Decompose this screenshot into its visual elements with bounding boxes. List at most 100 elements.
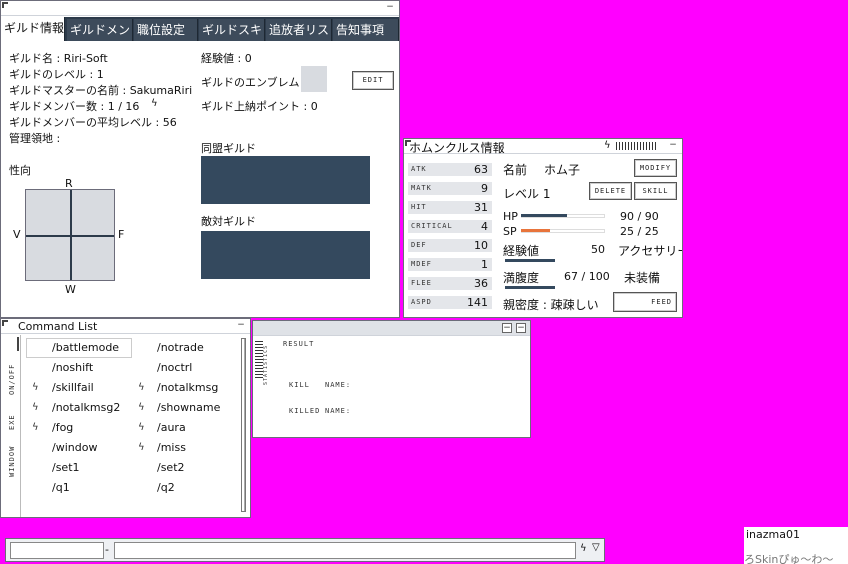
stat-row-aspd: ASPD 141: [408, 296, 492, 309]
corner-icon: [2, 2, 8, 8]
command-item[interactable]: /skillfail: [52, 381, 94, 394]
skill-button[interactable]: SKILL: [634, 182, 677, 200]
stat-row-atk: ATK 63: [408, 163, 492, 176]
stat-label: FLEE: [411, 279, 432, 287]
hunger-bar: [505, 286, 555, 289]
lightning-icon[interactable]: ϟ: [580, 543, 587, 554]
command-item[interactable]: /noshift: [52, 361, 93, 374]
command-item[interactable]: /window: [52, 441, 97, 454]
alignment-label: 性向: [9, 164, 31, 177]
stat-label: DEF: [411, 241, 427, 249]
homunculus-name-value: ホム子: [544, 163, 581, 177]
hostile-guild-list[interactable]: [201, 231, 370, 279]
guild-titlebar[interactable]: −: [1, 1, 399, 16]
tab-expelled-list[interactable]: 追放者リス・: [266, 19, 332, 41]
lightning-icon[interactable]: ϟ: [32, 422, 39, 433]
command-item[interactable]: /aura: [157, 421, 186, 434]
sp-bar-fill: [521, 229, 550, 232]
alignment-grid: [25, 189, 115, 281]
stat-value: 63: [474, 163, 488, 176]
tab-positions[interactable]: 職位設定: [134, 19, 198, 41]
unequipped-text: 未装備: [624, 271, 661, 285]
command-list-window: Command List − ON/OFF EXE WINDOW /battle…: [0, 318, 251, 518]
guild-emblem-box[interactable]: [301, 66, 327, 92]
homunculus-title: ホムンクルス情報: [409, 141, 505, 155]
guild-emblem-label: ギルドのエンブレム: [201, 76, 300, 89]
result-side-strip: STATISTICS: [253, 337, 269, 437]
accessory-label: アクセサリー: [618, 244, 683, 258]
stat-row-def: DEF 10: [408, 239, 492, 252]
command-item[interactable]: /noctrl: [157, 361, 192, 374]
chat-options-icon[interactable]: ▽: [592, 542, 600, 553]
command-list-titlebar[interactable]: Command List −: [1, 319, 250, 334]
tab-guild-info[interactable]: ギルド情報: [1, 17, 65, 41]
guild-avg-level-line: ギルドメンバーの平均レベル : 56: [9, 116, 177, 129]
command-item[interactable]: /fog: [52, 421, 73, 434]
kill-name-label: NAME:: [325, 381, 352, 389]
homunculus-titlebar[interactable]: ホムンクルス情報 ϟ −: [404, 139, 682, 155]
stat-value: 31: [474, 201, 488, 214]
tab-notices[interactable]: 告知事項: [333, 19, 399, 41]
tab-guild-skills[interactable]: ギルドスキ・: [199, 19, 265, 41]
command-item[interactable]: /miss: [157, 441, 186, 454]
delete-button[interactable]: DELETE: [589, 182, 632, 200]
command-item[interactable]: /notalkmsg2: [52, 401, 120, 414]
player-name: inazma01: [746, 528, 800, 541]
command-item[interactable]: /notrade: [157, 341, 204, 354]
modify-button[interactable]: MODIFY: [634, 159, 677, 177]
command-item[interactable]: /notalkmsg: [157, 381, 218, 394]
exp-bar: [505, 259, 555, 262]
lightning-icon[interactable]: ϟ: [32, 402, 39, 413]
stat-value: 10: [474, 239, 488, 252]
edit-emblem-button[interactable]: EDIT: [352, 71, 394, 90]
lightning-icon[interactable]: ϟ: [138, 422, 145, 433]
minimize-icon[interactable]: −: [668, 141, 678, 151]
guild-exp-line: 経験値 : 0: [201, 52, 252, 65]
command-item[interactable]: /set2: [157, 461, 185, 474]
command-item[interactable]: /q1: [52, 481, 70, 494]
command-item[interactable]: /showname: [157, 401, 220, 414]
tab-guild-members[interactable]: ギルドメン・: [67, 19, 133, 41]
sp-label: SP: [503, 225, 517, 238]
lightning-icon[interactable]: ϟ: [151, 98, 158, 109]
chat-message-input[interactable]: [114, 542, 576, 559]
stat-value: 9: [481, 182, 488, 195]
command-side-tabs: ON/OFF EXE WINDOW: [1, 335, 21, 517]
allied-guild-list[interactable]: [201, 156, 370, 204]
feed-button[interactable]: FEED: [613, 292, 677, 312]
stat-value: 36: [474, 277, 488, 290]
command-scrollbar[interactable]: [241, 338, 246, 512]
stat-row-mdef: MDEF 1: [408, 258, 492, 271]
lightning-icon[interactable]: ϟ: [32, 382, 39, 393]
lightning-icon[interactable]: ϟ: [138, 382, 145, 393]
lightning-icon[interactable]: ϟ: [138, 442, 145, 453]
skin-name: ろSkinぴゅ〜わ〜: [744, 553, 834, 564]
stat-row-hit: HIT 31: [408, 201, 492, 214]
guild-master-line: ギルドマスターの名前 : SakumaRiri: [9, 84, 193, 97]
stat-label: CRITICAL: [411, 222, 453, 230]
chat-separator: -: [105, 543, 109, 556]
alignment-axis-bottom: W: [65, 283, 76, 296]
killed-name-label: NAME:: [325, 407, 352, 415]
close-icon[interactable]: −: [516, 323, 526, 333]
command-scrollbar-thumb[interactable]: [242, 339, 245, 511]
side-tab-onoff[interactable]: ON/OFF: [8, 364, 16, 395]
command-item[interactable]: /set1: [52, 461, 80, 474]
command-item[interactable]: /battlemode: [52, 341, 119, 354]
stat-row-critical: CRITICAL 4: [408, 220, 492, 233]
command-item[interactable]: /q2: [157, 481, 175, 494]
guild-territory-line: 管理領地 :: [9, 132, 61, 145]
whisper-target-input[interactable]: [10, 542, 104, 559]
result-titlebar[interactable]: − −: [253, 321, 530, 336]
lightning-icon[interactable]: ϟ: [138, 402, 145, 413]
lightning-icon[interactable]: ϟ: [604, 140, 611, 151]
side-tab-exe[interactable]: EXE: [8, 414, 16, 430]
hostile-guild-label: 敵対ギルド: [201, 215, 256, 228]
intimacy-line: 親密度 : 疎疎しい: [503, 298, 599, 312]
minimize-icon[interactable]: −: [385, 3, 395, 13]
guild-window: − ギルド情報 ギルドメン・ 職位設定 ギルドスキ・ 追放者リス・ 告知事項 ギ…: [0, 0, 400, 318]
minimize-icon[interactable]: −: [502, 323, 512, 333]
guild-members-line: ギルドメンバー数 : 1 / 16: [9, 100, 140, 113]
minimize-icon[interactable]: −: [236, 321, 246, 331]
side-tab-window[interactable]: WINDOW: [8, 446, 16, 477]
